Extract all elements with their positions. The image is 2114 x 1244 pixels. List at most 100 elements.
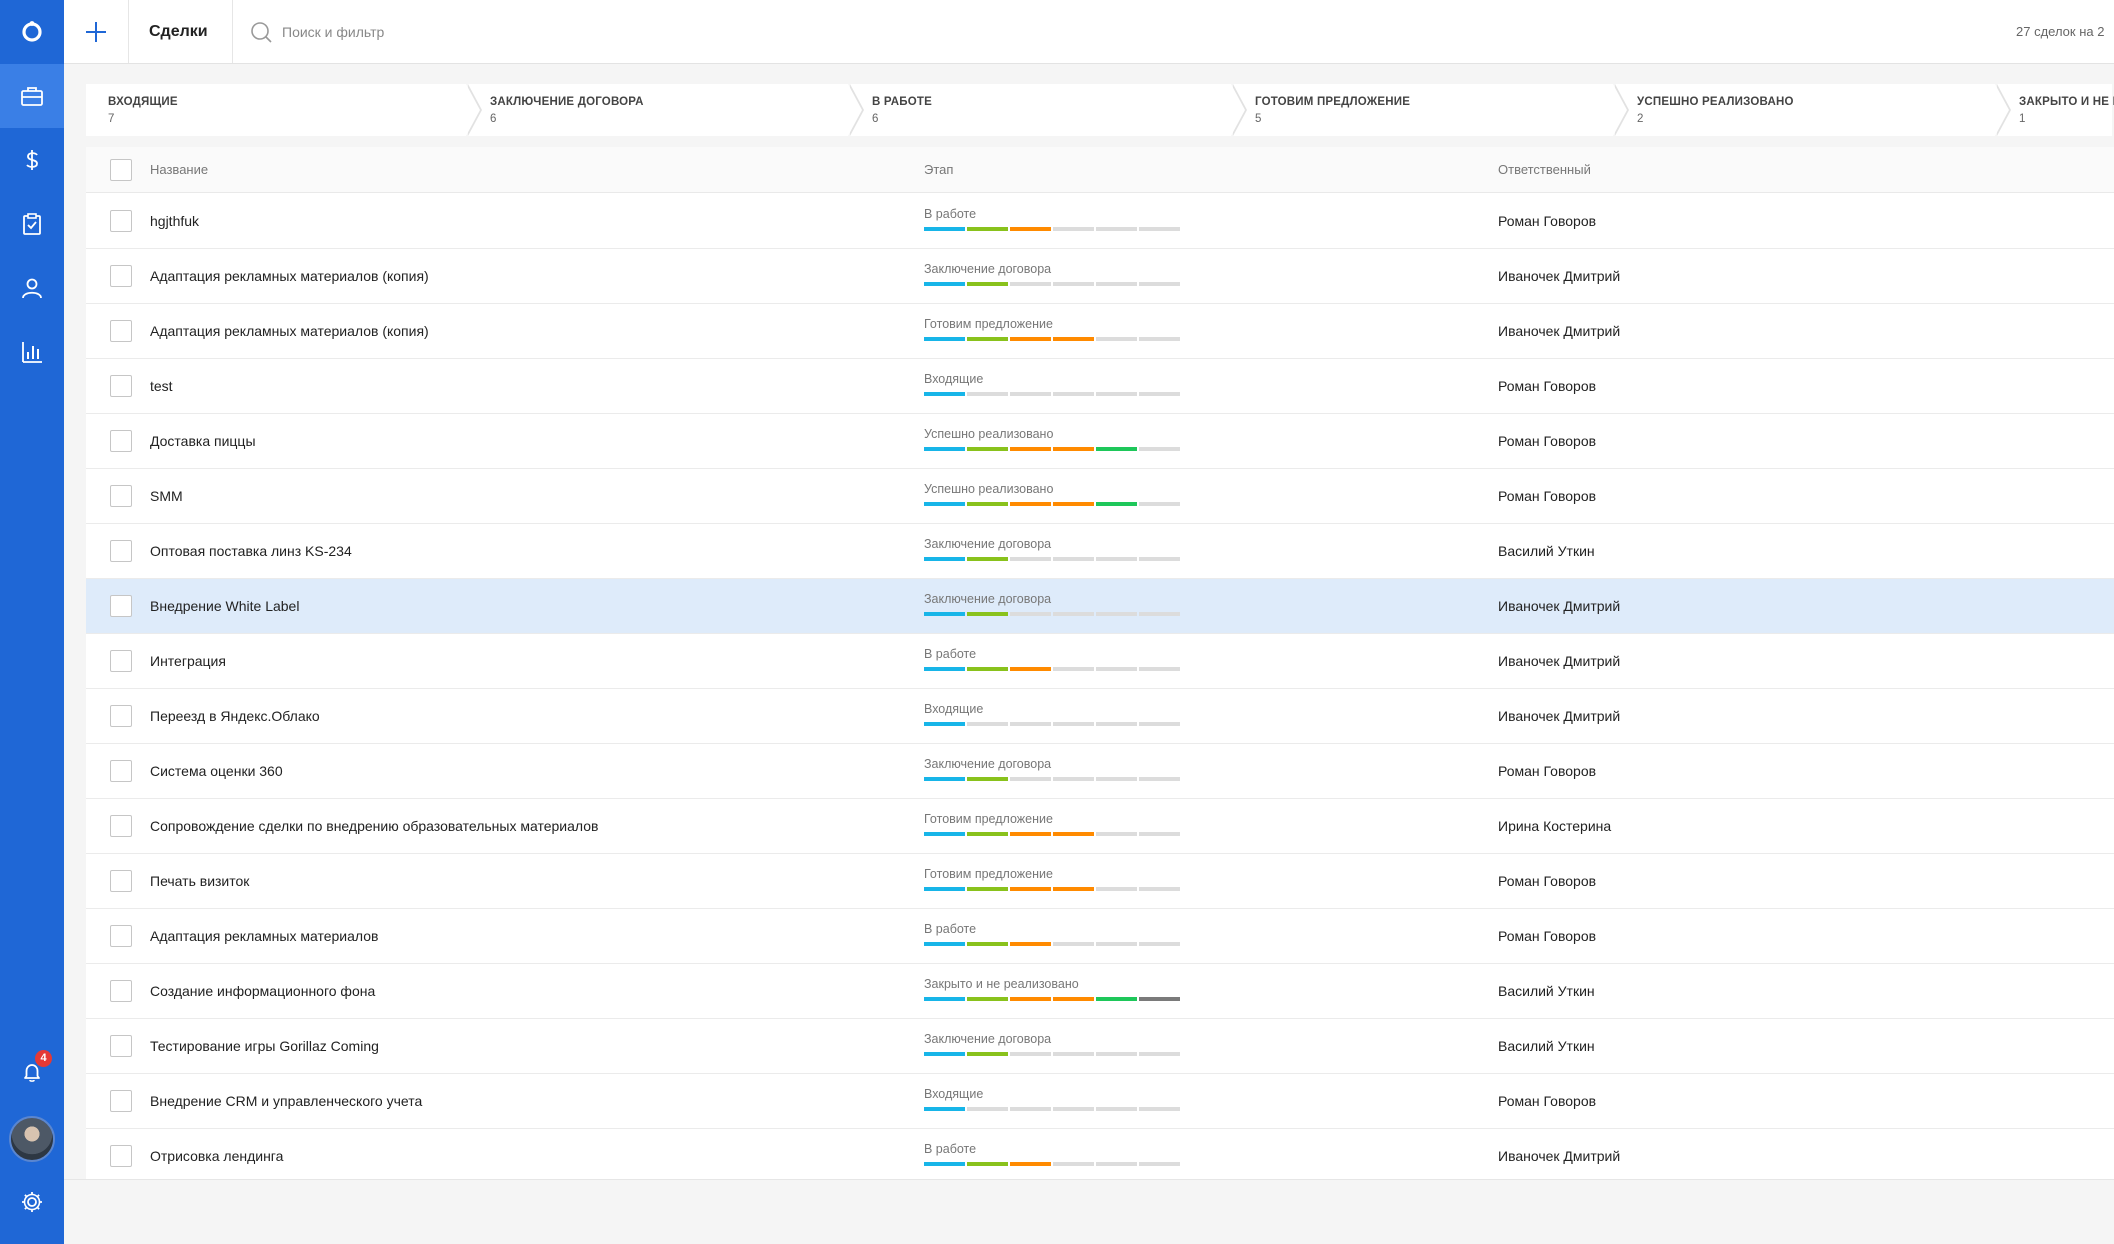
table-row[interactable]: Адаптация рекламных материалов В работе Ро…: [86, 909, 2114, 964]
deal-name[interactable]: Внедрение White Label: [150, 579, 299, 634]
row-checkbox[interactable]: [110, 1145, 132, 1167]
row-checkbox[interactable]: [110, 1035, 132, 1057]
table-row[interactable]: Оптовая поставка линз KS-234 Заключение д…: [86, 524, 2114, 579]
row-checkbox[interactable]: [110, 210, 132, 232]
row-checkbox[interactable]: [110, 430, 132, 452]
table-row[interactable]: Внедрение White Label Заключение договора…: [86, 579, 2114, 634]
search-input[interactable]: [282, 24, 542, 40]
row-checkbox[interactable]: [110, 925, 132, 947]
pipeline-stage[interactable]: ВХОДЯЩИЕ 7: [86, 84, 482, 136]
table-row[interactable]: Доставка пиццы Успешно реализовано Роман Г…: [86, 414, 2114, 469]
deal-owner[interactable]: Иваночек Дмитрий: [1498, 579, 1620, 634]
column-header-stage[interactable]: Этап: [924, 147, 953, 193]
deal-owner[interactable]: Василий Уткин: [1498, 524, 1595, 579]
deal-owner[interactable]: Роман Говоров: [1498, 1074, 1596, 1129]
row-checkbox[interactable]: [110, 650, 132, 672]
pipeline-stages: ВХОДЯЩИЕ 7 ЗАКЛЮЧЕНИЕ ДОГОВОРА 6 В РАБОТЕ 6 ГО…: [86, 84, 2114, 136]
table-row[interactable]: Интеграция В работе Иваночек Дмитрий: [86, 634, 2114, 689]
table-row[interactable]: hgjthfuk В работе Роман Говоров: [86, 194, 2114, 249]
deal-name[interactable]: hgjthfuk: [150, 194, 199, 249]
notifications-bell-icon[interactable]: 4: [0, 1040, 64, 1104]
deal-owner[interactable]: Василий Уткин: [1498, 1019, 1595, 1074]
deal-name[interactable]: Сопровождение сделки по внедрению образо…: [150, 799, 598, 854]
briefcase-icon[interactable]: [0, 64, 64, 128]
deal-owner[interactable]: Иваночек Дмитрий: [1498, 304, 1620, 359]
user-icon[interactable]: [0, 256, 64, 320]
logo-icon[interactable]: [0, 0, 64, 64]
table-row[interactable]: Сопровождение сделки по внедрению образо…: [86, 799, 2114, 854]
deal-name[interactable]: Адаптация рекламных материалов (копия): [150, 304, 429, 359]
column-header-name[interactable]: Название: [150, 147, 208, 193]
deal-owner[interactable]: Ирина Костерина: [1498, 799, 1611, 854]
table-row[interactable]: Адаптация рекламных материалов (копия) За…: [86, 249, 2114, 304]
row-checkbox[interactable]: [110, 705, 132, 727]
gear-icon[interactable]: [0, 1170, 64, 1234]
pipeline-stage[interactable]: ГОТОВИМ ПРЕДЛОЖЕНИЕ 5: [1233, 84, 1629, 136]
progress-segment: [924, 832, 965, 836]
select-all-checkbox[interactable]: [110, 159, 132, 181]
deal-owner[interactable]: Роман Говоров: [1498, 744, 1596, 799]
deal-name[interactable]: Создание информационного фона: [150, 964, 375, 1019]
pipeline-stage[interactable]: ЗАКЛЮЧЕНИЕ ДОГОВОРА 6: [468, 84, 864, 136]
add-deal-button[interactable]: [64, 0, 129, 63]
deal-name[interactable]: Доставка пиццы: [150, 414, 256, 469]
deal-owner[interactable]: Иваночек Дмитрий: [1498, 634, 1620, 689]
row-checkbox[interactable]: [110, 265, 132, 287]
deal-owner[interactable]: Роман Говоров: [1498, 359, 1596, 414]
column-header-owner[interactable]: Ответственный: [1498, 147, 1591, 193]
deal-owner[interactable]: Иваночек Дмитрий: [1498, 249, 1620, 304]
deal-name[interactable]: Внедрение CRM и управленческого учета: [150, 1074, 422, 1129]
row-checkbox[interactable]: [110, 815, 132, 837]
deal-owner[interactable]: Роман Говоров: [1498, 854, 1596, 909]
deal-name[interactable]: Система оценки 360: [150, 744, 283, 799]
deal-owner[interactable]: Иваночек Дмитрий: [1498, 1129, 1620, 1184]
row-checkbox[interactable]: [110, 595, 132, 617]
deal-stage-label: Заключение договора: [924, 757, 1052, 771]
deal-stage-label: Входящие: [924, 1087, 984, 1101]
progress-segment: [1139, 227, 1180, 231]
row-checkbox[interactable]: [110, 870, 132, 892]
table-row[interactable]: Создание информационного фона Закрыто и н…: [86, 964, 2114, 1019]
avatar[interactable]: [9, 1116, 55, 1162]
row-checkbox[interactable]: [110, 540, 132, 562]
deal-owner[interactable]: Роман Говоров: [1498, 909, 1596, 964]
deal-name[interactable]: test: [150, 359, 173, 414]
table-row[interactable]: Переезд в Яндекс.Облако Входящие Иваночек …: [86, 689, 2114, 744]
sidebar: 4: [0, 0, 64, 1244]
deal-name[interactable]: Адаптация рекламных материалов (копия): [150, 249, 429, 304]
deal-name[interactable]: Тестирование игры Gorillaz Coming: [150, 1019, 379, 1074]
deal-owner[interactable]: Роман Говоров: [1498, 414, 1596, 469]
row-checkbox[interactable]: [110, 375, 132, 397]
pipeline-stage[interactable]: УСПЕШНО РЕАЛИЗОВАНО 2: [1615, 84, 2011, 136]
table-row[interactable]: Система оценки 360 Заключение договора Ром…: [86, 744, 2114, 799]
table-row[interactable]: SMM Успешно реализовано Роман Говоров: [86, 469, 2114, 524]
pipeline-stage[interactable]: В РАБОТЕ 6: [850, 84, 1247, 136]
table-row[interactable]: Внедрение CRM и управленческого учета Вхо…: [86, 1074, 2114, 1129]
row-checkbox[interactable]: [110, 760, 132, 782]
table-row[interactable]: Печать визиток Готовим предложение Роман Г…: [86, 854, 2114, 909]
row-checkbox[interactable]: [110, 1090, 132, 1112]
deal-name[interactable]: Интеграция: [150, 634, 226, 689]
search-bar[interactable]: [250, 18, 570, 46]
table-row[interactable]: Тестирование игры Gorillaz Coming Заключе…: [86, 1019, 2114, 1074]
table-row[interactable]: test Входящие Роман Говоров: [86, 359, 2114, 414]
deal-name[interactable]: Адаптация рекламных материалов: [150, 909, 378, 964]
deal-name[interactable]: SMM: [150, 469, 183, 524]
deal-name[interactable]: Печать визиток: [150, 854, 249, 909]
deal-name[interactable]: Переезд в Яндекс.Облако: [150, 689, 320, 744]
row-checkbox[interactable]: [110, 485, 132, 507]
row-checkbox[interactable]: [110, 980, 132, 1002]
deal-owner[interactable]: Василий Уткин: [1498, 964, 1595, 1019]
deal-owner[interactable]: Роман Говоров: [1498, 469, 1596, 524]
table-row[interactable]: Отрисовка лендинга В работе Иваночек Дмитр…: [86, 1129, 2114, 1184]
pipeline-stage[interactable]: ЗАКРЫТО И НЕ Р 1: [1997, 84, 2114, 136]
deal-name[interactable]: Оптовая поставка линз KS-234: [150, 524, 352, 579]
dollar-icon[interactable]: [0, 128, 64, 192]
deal-owner[interactable]: Роман Говоров: [1498, 194, 1596, 249]
deal-name[interactable]: Отрисовка лендинга: [150, 1129, 283, 1184]
table-row[interactable]: Адаптация рекламных материалов (копия) Го…: [86, 304, 2114, 359]
deal-owner[interactable]: Иваночек Дмитрий: [1498, 689, 1620, 744]
bar-chart-icon[interactable]: [0, 320, 64, 384]
task-checklist-icon[interactable]: [0, 192, 64, 256]
row-checkbox[interactable]: [110, 320, 132, 342]
